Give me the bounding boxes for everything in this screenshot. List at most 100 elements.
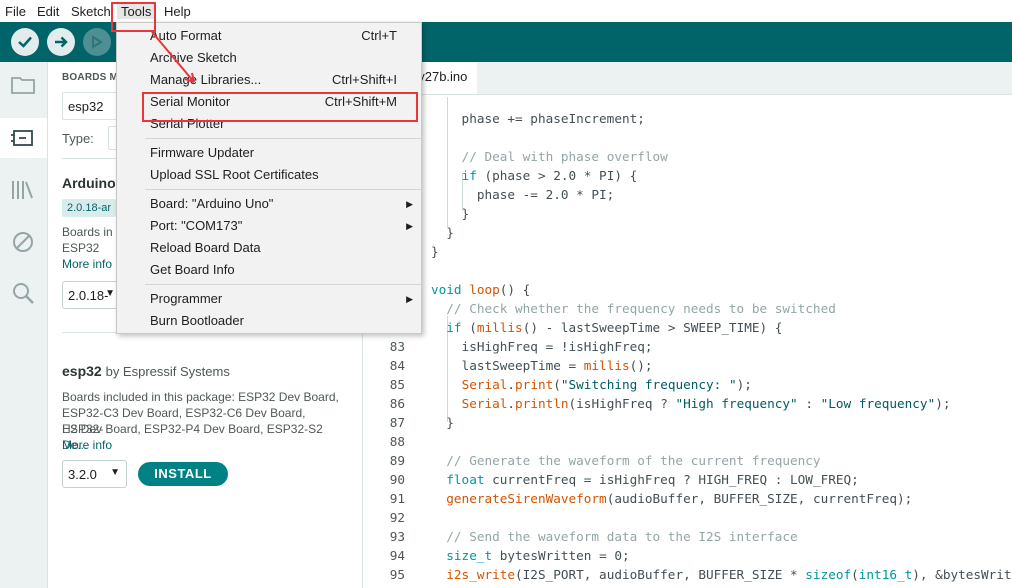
upload-button[interactable] <box>47 28 75 56</box>
type-filter-label: Type: <box>62 131 94 146</box>
menu-item-label: Get Board Info <box>150 262 235 277</box>
menu-item-label: Reload Board Data <box>150 240 261 255</box>
line-number: 89 <box>389 453 405 468</box>
code-line: 86 Serial.println(isHighFreq ? "High fre… <box>363 394 1012 413</box>
menu-item-reload-board-data[interactable]: Reload Board Data <box>117 237 421 259</box>
menu-file[interactable]: File <box>5 4 26 19</box>
code-line: 87 } <box>363 413 1012 432</box>
more-info-link[interactable]: More info <box>62 437 347 453</box>
code-text: } <box>431 225 454 240</box>
code-line: phase += phaseIncrement; <box>363 109 1012 128</box>
chevron-down-icon: ▼ <box>105 288 115 299</box>
sketchbook-folder-icon[interactable] <box>10 72 36 98</box>
line-number: 92 <box>389 510 405 525</box>
code-text: phase += phaseIncrement; <box>431 111 645 126</box>
code-editor[interactable]: phase += phaseIncrement; // Deal with ph… <box>363 95 1012 588</box>
code-line: if (phase > 2.0 * PI) { <box>363 166 1012 185</box>
submenu-arrow-icon: ▶ <box>406 294 413 304</box>
menu-item-get-board-info[interactable]: Get Board Info <box>117 259 421 281</box>
menu-item-firmware-updater[interactable]: Firmware Updater <box>117 142 421 164</box>
version-select-value: 2.0.18- <box>68 288 109 303</box>
menu-help[interactable]: Help <box>164 4 191 19</box>
menu-sketch[interactable]: Sketch <box>71 4 111 19</box>
serial-monitor-highlight <box>142 92 418 122</box>
code-line: phase -= 2.0 * PI; <box>363 185 1012 204</box>
line-number: 96 <box>363 584 405 588</box>
code-text: size_t bytesWritten = 0; <box>446 548 630 563</box>
board-card-desc-1: Boards included in this package: ESP32 D… <box>62 390 339 404</box>
version-select[interactable]: 3.2.0 ▼ <box>62 460 127 488</box>
board-author: by Espressif Systems <box>105 364 230 379</box>
menu-item-burn-bootloader[interactable]: Burn Bootloader <box>117 310 421 332</box>
code-line: 83 isHighFreq = !isHighFreq; <box>363 337 1012 356</box>
code-text: void loop() { <box>431 282 531 297</box>
line-number: 91 <box>389 491 405 506</box>
tools-menu-highlight <box>111 2 156 32</box>
submenu-arrow-icon: ▶ <box>406 199 413 209</box>
code-text: } <box>431 584 439 588</box>
arrow-right-icon <box>55 36 68 48</box>
code-text: // Deal with phase overflow <box>461 149 668 164</box>
menu-separator <box>145 189 421 190</box>
menu-item-upload-ssl[interactable]: Upload SSL Root Certificates <box>117 164 421 186</box>
code-text: Serial.println(isHighFreq ? "High freque… <box>461 396 951 411</box>
code-line: 90 float currentFreq = isHighFreq ? HIGH… <box>363 470 1012 489</box>
editor-tab-bar: ay27b.ino <box>363 62 1012 95</box>
code-line: 94 size_t bytesWritten = 0; <box>363 546 1012 565</box>
code-line: 85 Serial.print("Switching frequency: ")… <box>363 375 1012 394</box>
menu-item-label: Upload SSL Root Certificates <box>150 167 319 182</box>
code-line: 88 <box>363 432 1012 451</box>
code-text: if (millis() - lastSweepTime > SWEEP_TIM… <box>446 320 783 335</box>
menu-item-label: Port: "COM173" <box>150 218 243 233</box>
version-select[interactable]: 2.0.18- ▼ <box>62 281 122 309</box>
line-number: 84 <box>389 358 405 373</box>
menu-item-port[interactable]: Port: "COM173" ▶ <box>117 215 421 237</box>
menu-edit[interactable]: Edit <box>37 4 59 19</box>
debug-panel-icon[interactable] <box>10 229 36 255</box>
install-button[interactable]: INSTALL <box>138 462 228 486</box>
menu-item-shortcut: Ctrl+T <box>361 28 397 43</box>
verify-button[interactable] <box>11 28 39 56</box>
menu-item-label: Board: "Arduino Uno" <box>150 196 274 211</box>
installed-version-badge: 2.0.18-ar <box>62 199 117 217</box>
code-line: } <box>363 223 1012 242</box>
menu-item-label: Burn Bootloader <box>150 313 244 328</box>
menu-item-board[interactable]: Board: "Arduino Uno" ▶ <box>117 193 421 215</box>
code-text: isHighFreq = !isHighFreq; <box>431 339 653 354</box>
code-line: 92 <box>363 508 1012 527</box>
code-line: // Deal with phase overflow <box>363 147 1012 166</box>
line-number: 86 <box>389 396 405 411</box>
code-line: } <box>363 242 1012 261</box>
line-number: 95 <box>389 567 405 582</box>
code-text: } <box>431 415 454 430</box>
debug-button[interactable] <box>83 28 111 56</box>
menu-item-shortcut: Ctrl+Shift+I <box>331 72 397 87</box>
code-text: lastSweepTime = millis(); <box>431 358 653 373</box>
board-card-title: Arduino <box>62 175 116 191</box>
line-number: 88 <box>389 434 405 449</box>
search-icon[interactable] <box>10 280 36 306</box>
code-line: 84 lastSweepTime = millis(); <box>363 356 1012 375</box>
code-text: Serial.print("Switching frequency: "); <box>461 377 752 392</box>
submenu-arrow-icon: ▶ <box>406 221 413 231</box>
menu-item-label: Programmer <box>150 291 223 306</box>
code-line: 89 // Generate the waveform of the curre… <box>363 451 1012 470</box>
library-manager-icon[interactable] <box>10 177 36 203</box>
chevron-down-icon: ▼ <box>110 467 120 478</box>
code-line: 96} <box>363 584 1012 588</box>
code-text: float currentFreq = isHighFreq ? HIGH_FR… <box>446 472 859 487</box>
code-text: i2s_write(I2S_PORT, audioBuffer, BUFFER_… <box>446 567 1012 582</box>
code-text: if (phase > 2.0 * PI) { <box>461 168 638 183</box>
code-text: // Check whether the frequency needs to … <box>446 301 836 316</box>
code-text: } <box>431 206 470 221</box>
debug-icon <box>92 35 103 49</box>
boards-manager-icon[interactable] <box>0 118 47 158</box>
line-number: 90 <box>389 472 405 487</box>
code-line: if (millis() - lastSweepTime > SWEEP_TIM… <box>363 318 1012 337</box>
version-select-value: 3.2.0 <box>68 467 97 482</box>
menu-item-programmer[interactable]: Programmer ▶ <box>117 288 421 310</box>
line-number: 83 <box>389 339 405 354</box>
line-number: 93 <box>389 529 405 544</box>
